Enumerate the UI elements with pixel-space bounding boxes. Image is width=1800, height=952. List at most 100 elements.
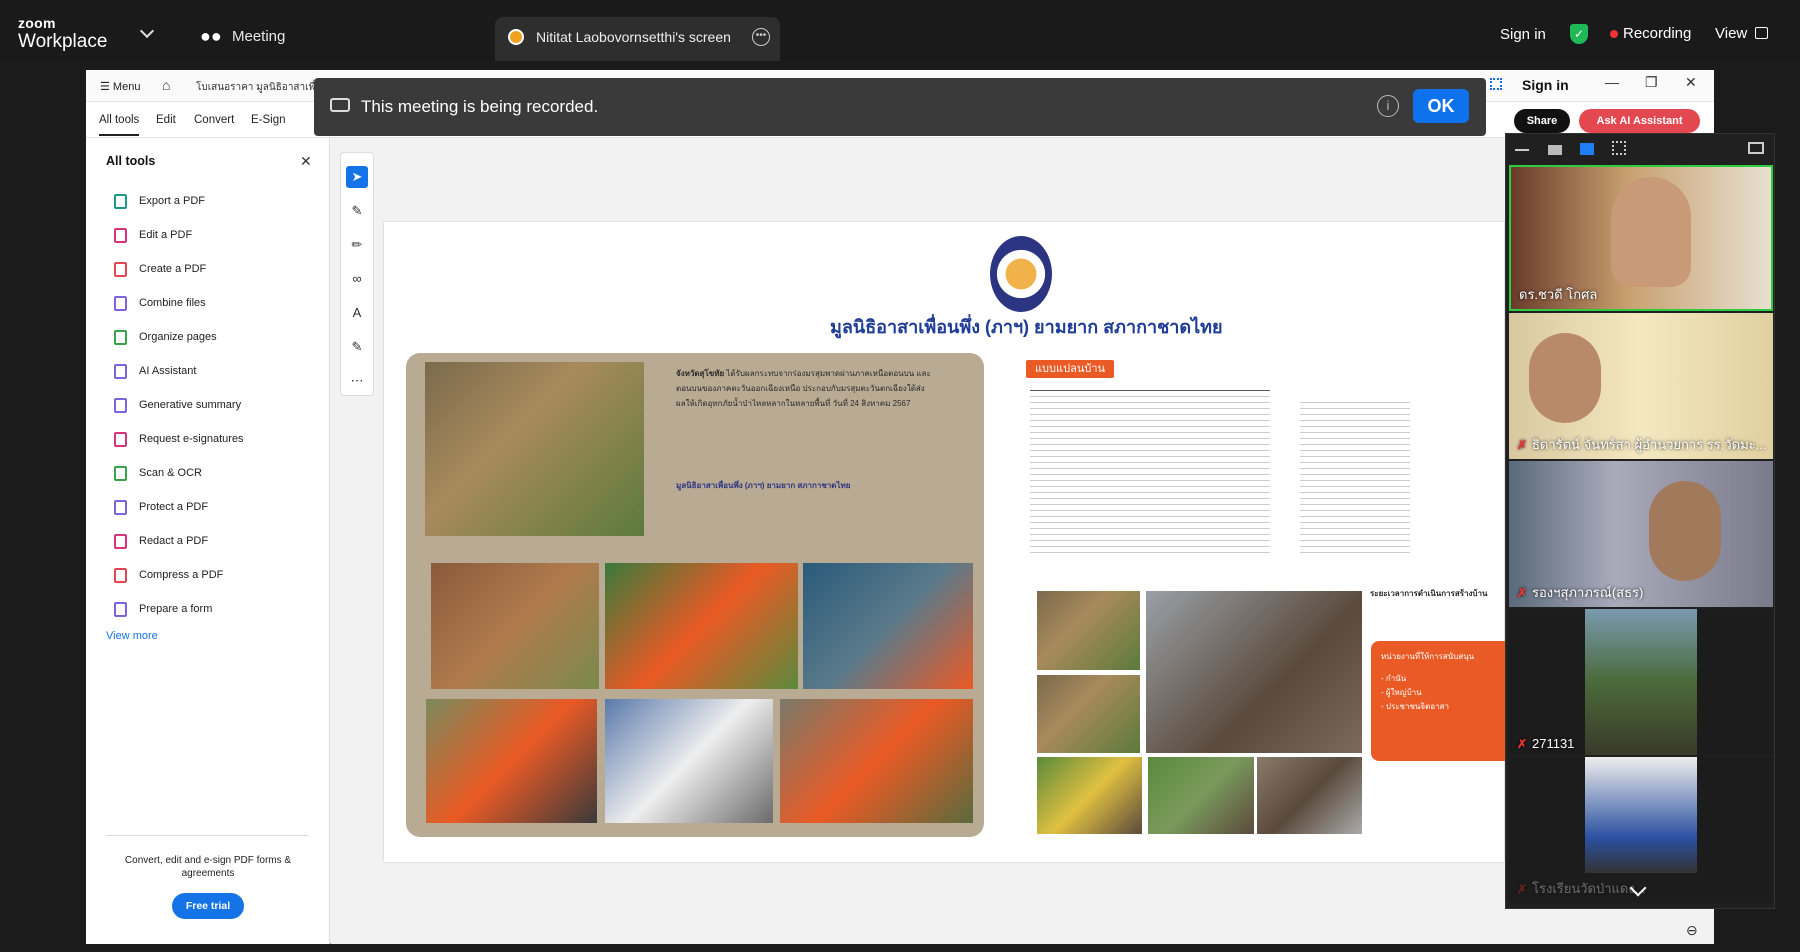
card-text: จังหวัดสุโขทัย ได้รับผลกระทบจากร่องมรสุม… xyxy=(676,366,934,411)
tool-icon xyxy=(114,533,127,549)
close-icon[interactable]: ✕ xyxy=(1685,74,1697,91)
participant-tile-3[interactable]: ✗ รองฯสุภาภรณ์(สธร) xyxy=(1509,461,1773,607)
tool-label: Protect a PDF xyxy=(139,501,209,513)
restore-icon[interactable]: ❐ xyxy=(1645,74,1658,91)
tool-label: Redact a PDF xyxy=(139,535,209,547)
tool-icon xyxy=(114,601,127,617)
tool-label: Export a PDF xyxy=(139,195,206,207)
mic-muted-icon: ✗ xyxy=(1517,438,1528,452)
zoom-brand-top: zoom xyxy=(18,15,56,31)
meeting-menu[interactable]: Meeting xyxy=(232,28,285,45)
tool-item[interactable]: Organize pages xyxy=(114,327,217,347)
house-side-drawing xyxy=(1300,398,1410,558)
flood-road-photo xyxy=(425,362,644,536)
participant-name: ✗ 271131 xyxy=(1517,736,1575,751)
tool-label: Create a PDF xyxy=(139,263,207,275)
close-sidebar-icon[interactable]: ✕ xyxy=(300,153,312,170)
participant-tile-2[interactable]: ✗ ธิดารัตน์ จันทร์สา ผู้อำนวยการ รร.วัดมะ… xyxy=(1509,313,1773,459)
tool-label: Request e-signatures xyxy=(139,433,244,445)
presenter-avatar xyxy=(508,29,524,45)
more-tools-icon[interactable]: ⋯ xyxy=(346,370,368,392)
zoom-out-icon[interactable]: ⊖ xyxy=(1686,922,1698,939)
share-button[interactable]: Share xyxy=(1514,109,1570,133)
construction-photo-2 xyxy=(1037,675,1140,753)
sign-in-link[interactable]: Sign in xyxy=(1500,26,1546,43)
construction-photo-1 xyxy=(1037,591,1140,670)
gallery-view-icon[interactable] xyxy=(1755,27,1768,39)
tool-item[interactable]: Combine files xyxy=(114,293,206,313)
tool-label: Edit a PDF xyxy=(139,229,193,241)
tool-item[interactable]: Export a PDF xyxy=(114,191,205,211)
tool-label: Combine files xyxy=(139,297,206,309)
participant-name: ✗ ธิดารัตน์ จันทร์สา ผู้อำนวยการ รร.วัดมะ… xyxy=(1517,437,1767,452)
pop-out-icon[interactable] xyxy=(1748,142,1764,154)
participant-tile-1[interactable]: ดร.ชวดี โกศล xyxy=(1509,165,1773,311)
acrobat-sign-in[interactable]: Sign in xyxy=(1522,77,1569,93)
tool-icon xyxy=(114,193,127,209)
tool-item[interactable]: Request e-signatures xyxy=(114,429,244,449)
tab-convert[interactable]: Convert xyxy=(194,114,234,126)
participant-video xyxy=(1585,609,1697,755)
house-plan-tag: แบบแปลนบ้าน xyxy=(1026,360,1114,378)
tool-item[interactable]: Redact a PDF xyxy=(114,531,208,551)
tool-item[interactable]: Scan & OCR xyxy=(114,463,202,483)
tool-item[interactable]: Compress a PDF xyxy=(114,565,223,585)
tool-item[interactable]: Prepare a form xyxy=(114,599,212,619)
divider xyxy=(106,835,309,836)
tool-item[interactable]: Generative summary xyxy=(114,395,241,415)
tab-edit[interactable]: Edit xyxy=(156,114,176,126)
house-frame-photo xyxy=(1146,591,1362,753)
tool-label: AI Assistant xyxy=(139,365,197,377)
mic-muted-icon: ✗ xyxy=(1517,586,1528,600)
tab-all-tools[interactable]: All tools xyxy=(99,114,140,136)
tool-label: Compress a PDF xyxy=(139,569,224,581)
comment-icon[interactable]: ✎ xyxy=(346,200,368,222)
sign-icon[interactable]: ✎ xyxy=(346,336,368,358)
ask-ai-assistant-button[interactable]: Ask AI Assistant xyxy=(1579,109,1700,133)
supporter-list: - กำนัน - ผู้ใหญ่บ้าน - ประชาชนจิตอาสา xyxy=(1371,672,1511,714)
participant-name: ✗ รองฯสุภาภรณ์(สธร) xyxy=(1517,585,1644,600)
flooded-house-photo xyxy=(431,563,599,689)
home-icon[interactable]: ⌂ xyxy=(162,77,170,93)
recording-indicator[interactable]: Recording xyxy=(1623,25,1691,42)
document-title: มูลนิธิอาสาเพื่อนพึ่ง (ภาฯ) ยามยาก สภากา… xyxy=(830,317,1223,337)
participant-tile-4[interactable]: ✗ 271131 xyxy=(1509,609,1773,755)
participants-icon[interactable]: ●● xyxy=(200,26,222,47)
tool-item[interactable]: Create a PDF xyxy=(114,259,206,279)
foundation-seal-logo xyxy=(990,236,1052,312)
tool-item[interactable]: Protect a PDF xyxy=(114,497,208,517)
participant-tile-5[interactable]: ✗ โรงเรียนวัดป่าแดง... xyxy=(1509,757,1773,903)
house-elevation-drawing xyxy=(1030,390,1270,558)
tool-icon xyxy=(114,363,127,379)
select-tool-icon[interactable]: ➤ xyxy=(346,166,368,188)
tool-item[interactable]: Edit a PDF xyxy=(114,225,192,245)
menu-label: Menu xyxy=(112,81,141,93)
security-shield-icon[interactable]: ✓ xyxy=(1570,24,1588,44)
view-menu[interactable]: View xyxy=(1715,25,1747,42)
ok-button[interactable]: OK xyxy=(1413,89,1469,123)
acrobat-menu-button[interactable]: ☰ Menu xyxy=(100,80,140,93)
zoom-brand-bottom: Workplace xyxy=(18,31,108,52)
tool-item[interactable]: AI Assistant xyxy=(114,361,196,381)
draw-icon[interactable]: ∞ xyxy=(346,268,368,290)
view-more-link[interactable]: View more xyxy=(106,630,158,642)
more-options-icon[interactable]: ••• xyxy=(752,28,770,46)
minimize-icon[interactable]: — xyxy=(1605,74,1619,90)
apps-grid-icon[interactable] xyxy=(1490,78,1502,90)
mic-muted-icon: ✗ xyxy=(1517,882,1528,896)
construction-photo-5 xyxy=(1257,757,1362,834)
tab-e-sign[interactable]: E-Sign xyxy=(251,114,286,126)
screen-share-label: Nititat Laobovornsetthi's screen xyxy=(536,29,731,45)
free-trial-button[interactable]: Free trial xyxy=(172,893,244,919)
recording-message: This meeting is being recorded. xyxy=(361,97,599,116)
highlight-icon[interactable]: ✏ xyxy=(346,234,368,256)
promo-text: Convert, edit and e-sign PDF forms & agr… xyxy=(124,855,292,879)
relief-truck-photo xyxy=(605,699,773,823)
text-box-icon[interactable]: A xyxy=(346,302,368,324)
info-icon[interactable]: i xyxy=(1377,95,1399,117)
minimize-gallery-icon[interactable] xyxy=(1515,141,1529,151)
speaker-view-icon[interactable] xyxy=(1548,145,1562,155)
grid-view-icon[interactable] xyxy=(1612,141,1626,155)
camera-icon xyxy=(330,98,350,112)
strip-view-icon[interactable] xyxy=(1580,143,1594,155)
